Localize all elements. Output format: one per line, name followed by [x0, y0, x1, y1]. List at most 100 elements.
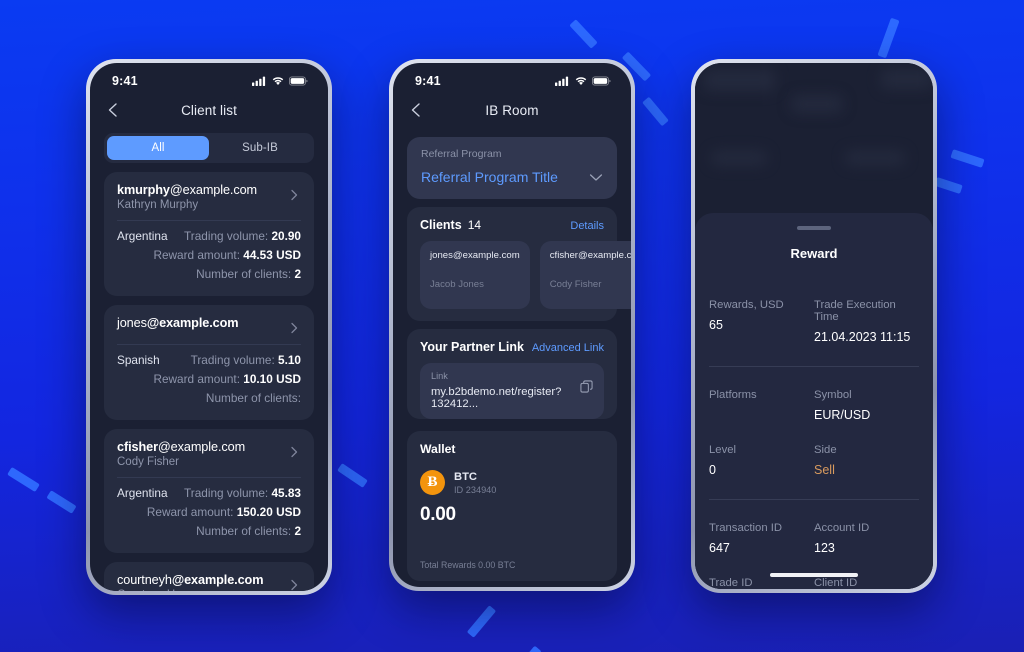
referral-program-label: Referral Program: [421, 148, 502, 160]
decorative-dash: [337, 463, 368, 488]
bitcoin-icon: Ƀ: [420, 470, 445, 495]
detail-field: Side Sell: [814, 444, 919, 477]
client-reward-amount: Reward amount: 44.53 USD: [153, 248, 301, 262]
client-name: Jacob Jones: [430, 279, 484, 290]
clients-count: 14: [467, 218, 482, 232]
decorative-dash: [466, 605, 497, 638]
tab-all[interactable]: All: [107, 136, 209, 160]
clients-section-header: Clients 14 Details: [407, 207, 617, 232]
status-bar: 9:41: [393, 63, 631, 93]
client-card[interactable]: courtneyh@example.com Courtney Henry: [104, 562, 314, 591]
divider: [117, 477, 301, 478]
sheet-grabber[interactable]: [797, 226, 831, 230]
detail-label: Side: [814, 444, 837, 456]
client-mini-card[interactable]: jones@example.com Jacob Jones: [420, 241, 530, 309]
phone-reward-detail: Reward Rewards, USD 65 Trade Execution T…: [691, 59, 937, 593]
client-reward-amount: Reward amount: 150.20 USD: [146, 505, 301, 519]
copy-icon[interactable]: [580, 380, 593, 393]
wallet-title: Wallet: [420, 442, 456, 456]
detail-label: Trade Execution Time: [814, 299, 896, 323]
clients-section: Clients 14 Details jones@example.com Jac…: [407, 207, 631, 321]
signal-bars-icon: [555, 76, 569, 86]
client-email: kmurphy@example.com: [117, 183, 258, 197]
partner-link-field[interactable]: Link my.b2bdemo.net/register?132412...: [420, 363, 604, 419]
client-card[interactable]: cfisher@example.com Cody Fisher Argentin…: [104, 429, 314, 553]
sheet-grabber-wrap[interactable]: [709, 213, 919, 230]
status-time: 9:41: [112, 74, 138, 88]
detail-field: Account ID 123: [814, 522, 919, 555]
coin-symbol: BTC: [454, 470, 477, 483]
client-stat-row: Spanish Trading volume: 5.10: [117, 353, 301, 367]
client-email: cfisher@example.com: [549, 250, 631, 261]
status-icons: [252, 76, 308, 86]
home-indicator[interactable]: [770, 573, 858, 577]
detail-field: Trade Execution Time 21.04.2023 11:15: [814, 299, 919, 344]
chevron-right-icon[interactable]: [287, 321, 301, 335]
chevron-down-icon[interactable]: [589, 173, 603, 182]
client-name: Cody Fisher: [549, 279, 602, 290]
chevron-right-icon[interactable]: [287, 188, 301, 202]
client-reward-amount: Reward amount: 10.10 USD: [153, 372, 301, 386]
decorative-dash: [569, 19, 598, 49]
client-trading-volume: Trading volume: 5.10: [190, 353, 301, 367]
blurred-content-block: [845, 151, 905, 165]
advanced-link-button[interactable]: Advanced Link: [532, 342, 604, 354]
decorative-dash: [877, 17, 900, 59]
wallet-section: Wallet Ƀ BTC ID 234940 0.00 Total Reward…: [407, 431, 617, 581]
referral-program-select[interactable]: Referral Program Referral Program Title: [407, 137, 617, 199]
client-identity: kmurphy@example.com Kathryn Murphy: [117, 183, 287, 211]
wallet-coin-row[interactable]: Ƀ BTC ID 234940: [407, 456, 617, 495]
client-card[interactable]: kmurphy@example.com Kathryn Murphy Argen…: [104, 172, 314, 296]
client-mini-card[interactable]: cfisher@example.com Cody Fisher: [539, 241, 631, 309]
detail-field: Level 0: [709, 444, 814, 477]
chevron-left-icon[interactable]: [104, 101, 122, 119]
client-name: Cody Fisher: [117, 456, 179, 468]
detail-field: Symbol EUR/USD: [814, 389, 919, 422]
client-card-header: kmurphy@example.com Kathryn Murphy: [117, 183, 301, 211]
client-card[interactable]: jones@example.com Spanish Trading volume…: [104, 305, 314, 420]
detail-label: Account ID: [814, 522, 870, 534]
client-trading-volume: Trading volume: 20.90: [184, 229, 301, 243]
client-mini-cards: jones@example.com Jacob Jones cfisher@ex…: [407, 232, 631, 321]
blurred-content-block: [881, 69, 933, 89]
decorative-dash: [934, 177, 963, 194]
client-number-of-clients: Number of clients: 2: [196, 267, 301, 281]
chevron-left-icon[interactable]: [407, 101, 425, 119]
client-name: Courtney Henry: [117, 589, 287, 591]
client-email: courtneyh@example.com: [117, 573, 264, 587]
client-stat-row: Argentina Trading volume: 45.83: [117, 486, 301, 500]
decorative-dash: [642, 96, 669, 127]
client-country: Argentina: [117, 229, 168, 243]
client-email: jones@example.com: [430, 250, 520, 261]
page-title: Client list: [181, 102, 237, 118]
reward-bottom-sheet: Reward Rewards, USD 65 Trade Execution T…: [695, 213, 933, 589]
detail-row: Level 0 Side Sell: [709, 444, 919, 477]
client-stat-row: Number of clients:: [117, 391, 301, 405]
clients-details-link[interactable]: Details: [570, 220, 604, 232]
referral-program-value: Referral Program Title: [421, 169, 558, 185]
partner-link-label: Link: [431, 371, 448, 381]
ib-room-scroll[interactable]: 9:41 IB Room Referral Program Referral P…: [393, 63, 631, 587]
client-card-header: courtneyh@example.com Courtney Henry: [117, 573, 301, 591]
coin-identity: BTC ID 234940: [454, 471, 496, 495]
chevron-right-icon[interactable]: [287, 445, 301, 459]
detail-label: Platforms: [709, 389, 757, 401]
tab-sub-ib[interactable]: Sub-IB: [209, 136, 311, 160]
detail-label: Transaction ID: [709, 522, 783, 534]
status-time: 9:41: [415, 74, 441, 88]
detail-field: Client ID 816: [814, 577, 919, 589]
client-card-header: cfisher@example.com Cody Fisher: [117, 440, 301, 468]
client-list-scroll[interactable]: 9:41 Client list All Sub-IB kmurphy@exam…: [90, 63, 328, 591]
client-stat-row: Number of clients: 2: [117, 524, 301, 538]
detail-value: 123: [814, 541, 835, 555]
client-stat-row: Reward amount: 10.10 USD: [117, 372, 301, 386]
client-number-of-clients: Number of clients: 2: [196, 524, 301, 538]
screen-ib-room: 9:41 IB Room Referral Program Referral P…: [393, 63, 631, 587]
poster-canvas: 9:41 Client list All Sub-IB kmurphy@exam…: [0, 0, 1024, 652]
client-email: cfisher@example.com: [117, 440, 246, 454]
partner-link-value: my.b2bdemo.net/register?132412...: [431, 386, 562, 410]
blurred-content-block: [711, 151, 767, 165]
divider: [117, 344, 301, 345]
chevron-right-icon[interactable]: [287, 578, 301, 591]
detail-value: EUR/USD: [814, 408, 871, 422]
